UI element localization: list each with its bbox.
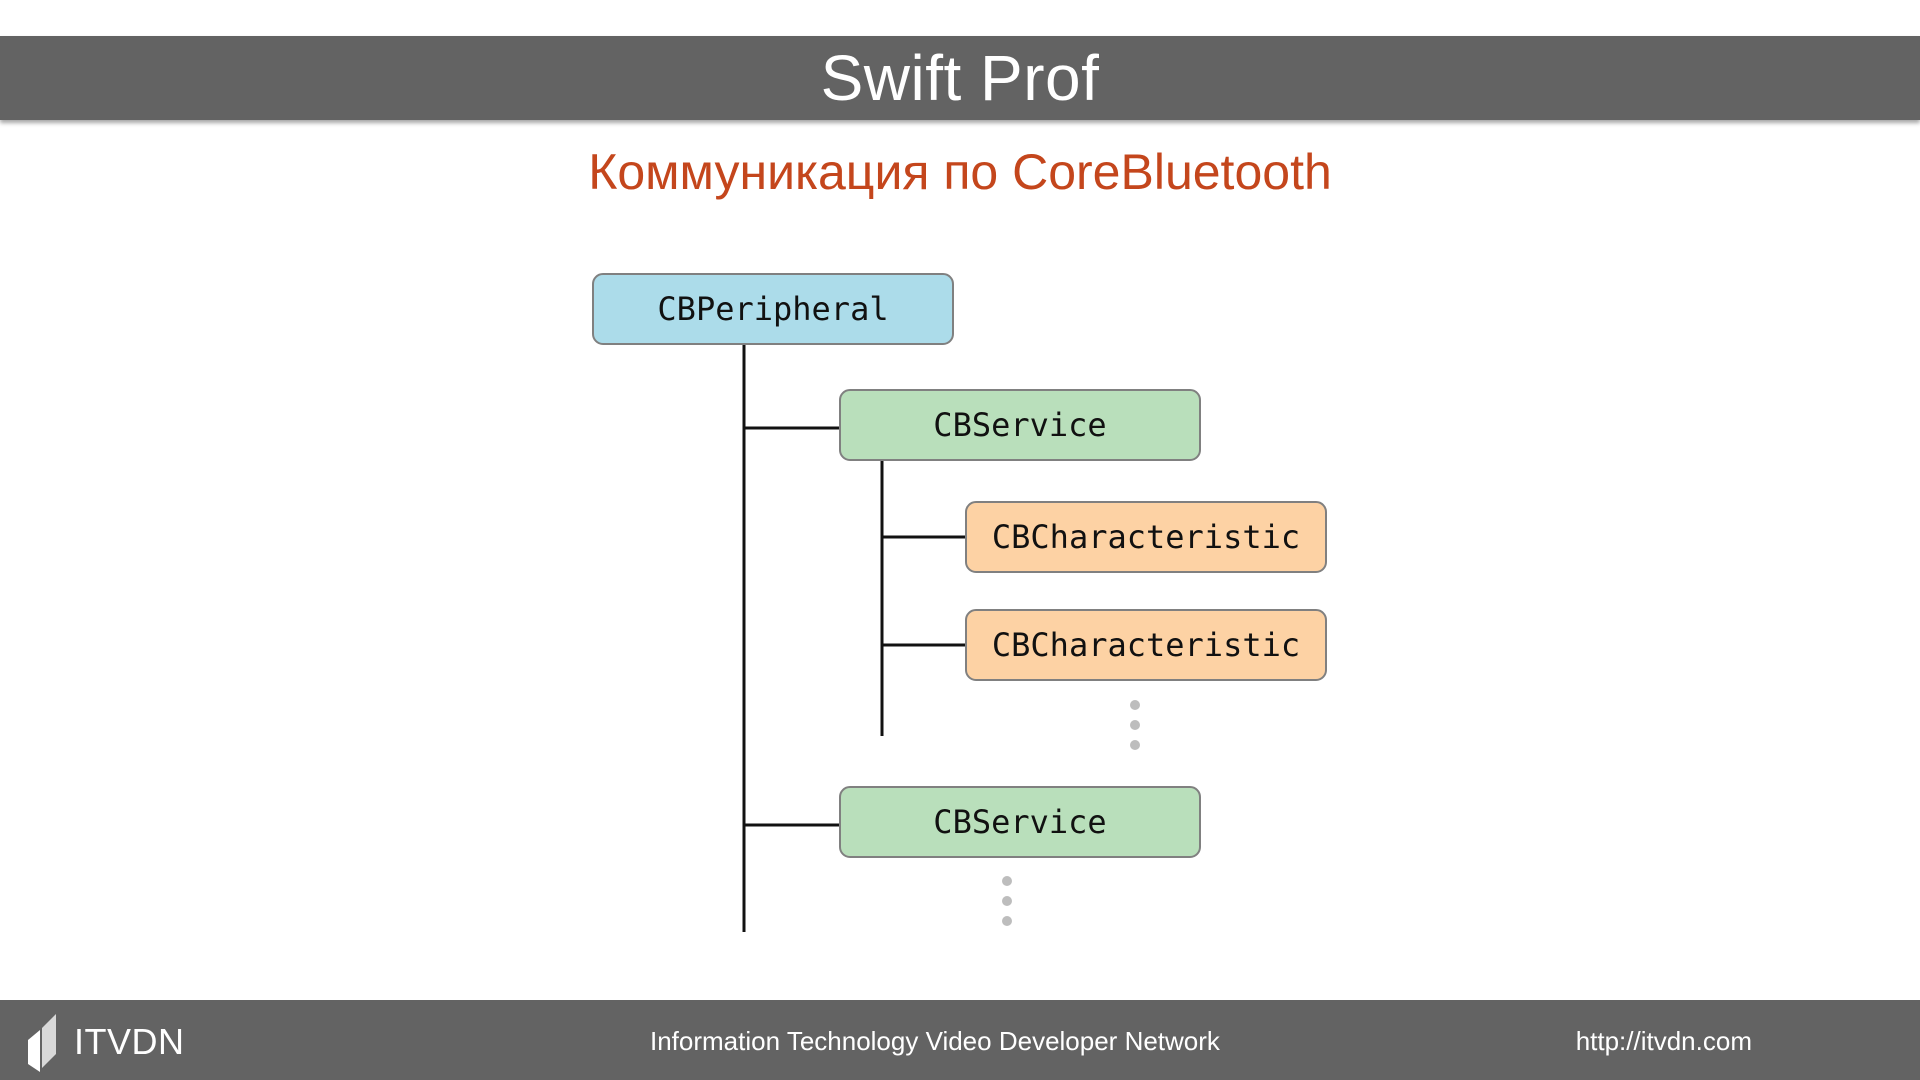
node-service-2-label: CBService [933, 803, 1106, 841]
itvdn-logo-icon [28, 1014, 56, 1072]
node-characteristic-1-label: CBCharacteristic [992, 518, 1300, 556]
node-peripheral-label: CBPeripheral [657, 290, 888, 328]
node-peripheral: CBPeripheral [592, 273, 954, 345]
node-characteristic-2: CBCharacteristic [965, 609, 1327, 681]
node-service-2: CBService [839, 786, 1201, 858]
node-service-1-label: CBService [933, 406, 1106, 444]
node-characteristic-2-label: CBCharacteristic [992, 626, 1300, 664]
footer-brand: ITVDN [74, 1021, 185, 1062]
node-service-1: CBService [839, 389, 1201, 461]
ellipsis-dot [1002, 916, 1012, 926]
slide: Swift Prof Коммуникация по CoreBluetooth… [0, 0, 1920, 1080]
services-ellipsis-icon [1002, 876, 1012, 926]
node-characteristic-1: CBCharacteristic [965, 501, 1327, 573]
ellipsis-dot [1002, 876, 1012, 886]
ellipsis-dot [1002, 896, 1012, 906]
ellipsis-dot [1130, 700, 1140, 710]
hierarchy-diagram: CBPeripheral CBService CBCharacteristic … [592, 273, 1327, 932]
footer-url-link[interactable]: http://itvdn.com [1576, 1024, 1752, 1058]
footer-tagline: Information Technology Video Developer N… [650, 1026, 1220, 1056]
footer-bar: ITVDN Information Technology Video Devel… [0, 1000, 1920, 1080]
ellipsis-dot [1130, 740, 1140, 750]
ellipsis-dot [1130, 720, 1140, 730]
characteristics-ellipsis-icon [1130, 700, 1140, 750]
